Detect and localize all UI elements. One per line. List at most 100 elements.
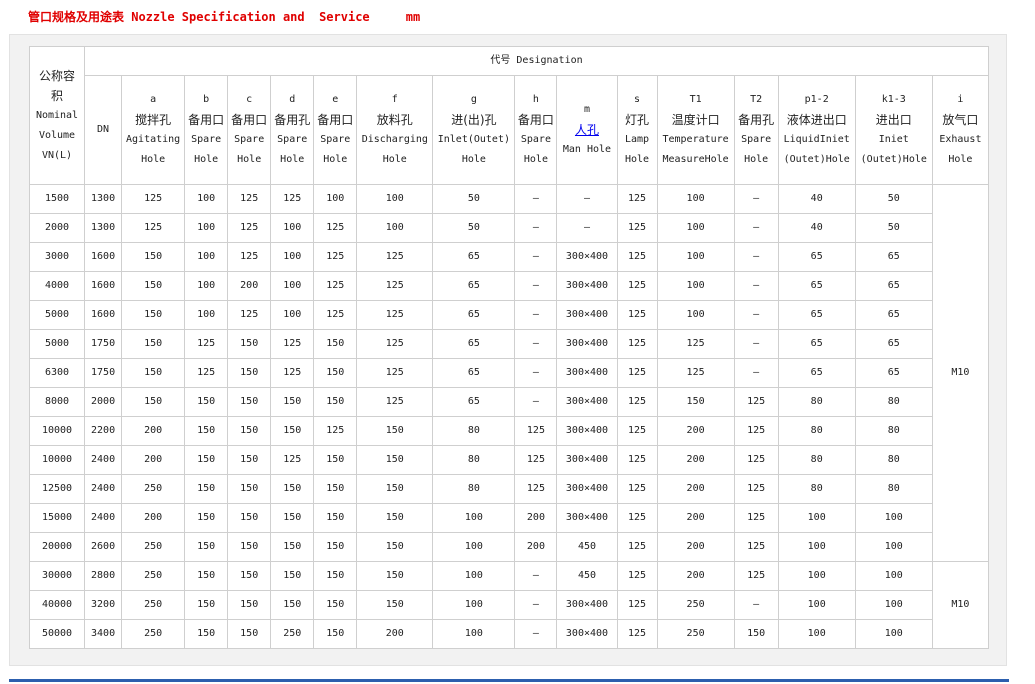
table-cell: 300×400	[556, 474, 618, 504]
table-cell: 125	[616, 590, 658, 620]
table-cell: –	[514, 387, 558, 417]
table-cell: 2800	[84, 561, 123, 591]
table-cell: 125	[733, 503, 779, 533]
table-cell: 100	[184, 271, 229, 301]
table-cell: 100	[432, 619, 516, 649]
column-en-label: Hole	[382, 154, 407, 165]
table-cell: 100	[777, 532, 856, 562]
table-cell: 125	[616, 329, 658, 359]
table-cell: 250	[270, 619, 315, 649]
table-cell: –	[733, 213, 779, 243]
table-cell: 125	[616, 242, 658, 272]
table-cell: –	[514, 329, 558, 359]
table-cell: 65	[854, 358, 933, 388]
table-cell: 125	[270, 445, 315, 475]
table-cell: 2400	[84, 474, 123, 504]
column-en-label: Discharging	[361, 134, 428, 145]
column-code: f	[391, 94, 398, 105]
table-cell: 150	[356, 561, 434, 591]
table-cell: 65	[854, 242, 933, 272]
table-cell: 65	[854, 271, 933, 301]
exhaust-hole-cell: M10	[931, 561, 990, 649]
table-cell: 125	[184, 358, 229, 388]
table-cell: 65	[432, 300, 516, 330]
column-header-i: i 放气口 Exhaust Hole	[931, 75, 990, 185]
column-code: i	[957, 94, 964, 105]
table-title: 管口规格及用途表 Nozzle Specification and Servic…	[28, 10, 421, 24]
table-cell: 125	[514, 416, 558, 446]
column-en-label: Temperature	[662, 134, 729, 145]
table-cell: 125	[356, 329, 434, 359]
table-cell: –	[514, 358, 558, 388]
manhole-link[interactable]: 人孔	[558, 120, 616, 140]
table-cell: 150	[227, 358, 272, 388]
table-cell: 150	[184, 474, 229, 504]
table-cell: 125	[616, 271, 658, 301]
table-cell: 1300	[84, 184, 123, 214]
table-cell: 125	[227, 242, 272, 272]
column-header-f: f 放料孔 Discharging Hole	[356, 75, 434, 185]
table-cell: 100	[432, 503, 516, 533]
table-cell: 125	[616, 300, 658, 330]
table-cell: 80	[432, 445, 516, 475]
table-cell: 100	[854, 619, 933, 649]
column-en-label: Exhaust	[939, 134, 982, 145]
table-cell: 10000	[28, 445, 86, 475]
table-cell: 65	[432, 387, 516, 417]
table-cell: 80	[432, 416, 516, 446]
table-cell: 150	[227, 532, 272, 562]
table-cell: 125	[313, 242, 358, 272]
table-cell: 150	[313, 503, 358, 533]
table-cell: 300×400	[556, 416, 618, 446]
column-cn-label: 进(出)孔	[451, 113, 497, 127]
table-cell: 150	[184, 619, 229, 649]
table-cell: 150	[184, 445, 229, 475]
column-cn-label: 备用口	[231, 113, 268, 127]
table-cell: 200	[656, 532, 735, 562]
table-cell: 250	[121, 532, 186, 562]
column-code: T1	[689, 94, 702, 105]
table-cell: 150	[270, 474, 315, 504]
column-en-label: Lamp	[624, 134, 650, 145]
table-cell: 100	[270, 242, 315, 272]
table-cell: 80	[854, 387, 933, 417]
table-cell: 125	[616, 532, 658, 562]
table-cell: 125	[313, 271, 358, 301]
table-cell: 5000	[28, 329, 86, 359]
nominal-volume-header-line: 公称容	[39, 68, 76, 83]
column-en-label: Hole	[323, 154, 348, 165]
table-cell: –	[514, 271, 558, 301]
table-cell: 200	[121, 416, 186, 446]
table-row: 2000 1300 125 100 125 100 125 100 50– –125 100–40 5…	[28, 213, 989, 243]
table-cell: –	[514, 619, 558, 649]
table-cell: 100	[270, 213, 315, 243]
table-cell: 150	[121, 358, 186, 388]
table-cell: 2400	[84, 503, 123, 533]
table-cell: 300×400	[556, 329, 618, 359]
table-row: 3000 1600 150 100 125 100 125 125 65–300×400 125 1…	[28, 242, 989, 272]
table-cell: 150	[121, 242, 186, 272]
table-cell: –	[514, 213, 558, 243]
table-cell: 150	[270, 387, 315, 417]
nominal-volume-header-line: VN(L)	[41, 149, 73, 161]
table-cell: 125	[514, 445, 558, 475]
table-cell: 65	[432, 329, 516, 359]
table-cell: 100	[432, 561, 516, 591]
table-cell: 100	[777, 590, 856, 620]
table-cell: 2000	[28, 213, 86, 243]
table-cell: 50000	[28, 619, 86, 649]
table-cell: 125	[733, 387, 779, 417]
table-cell: 1300	[84, 213, 123, 243]
table-cell: 150	[121, 387, 186, 417]
table-cell: 150	[184, 590, 229, 620]
table-cell: –	[733, 329, 779, 359]
table-cell: 125	[616, 503, 658, 533]
table-cell: 125	[616, 387, 658, 417]
table-cell: 150	[184, 387, 229, 417]
table-row: 30000 2800 250 150 150 150 150 150 100–450 125 200…	[28, 561, 990, 649]
exhaust-hole-cell: M10	[931, 184, 990, 562]
table-cell: 150	[313, 329, 358, 359]
table-cell: 450	[556, 532, 618, 562]
table-cell: 125	[313, 416, 358, 446]
table-cell: 150	[227, 416, 272, 446]
